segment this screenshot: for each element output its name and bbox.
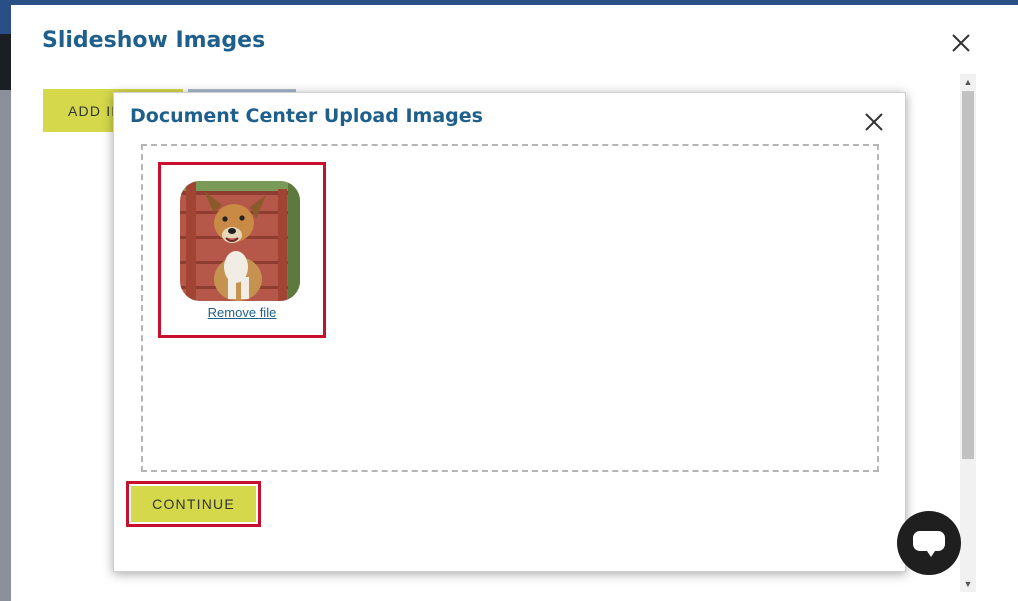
remove-file-link[interactable]: Remove file bbox=[161, 305, 323, 320]
upload-modal-title: Document Center Upload Images bbox=[130, 105, 483, 127]
scroll-up-arrow-icon[interactable]: ▲ bbox=[963, 77, 973, 87]
chat-icon bbox=[913, 531, 945, 557]
chat-button[interactable] bbox=[897, 511, 961, 575]
slideshow-modal-title: Slideshow Images bbox=[42, 28, 266, 53]
scroll-down-arrow-icon[interactable]: ▼ bbox=[963, 579, 973, 589]
scroll-thumb[interactable] bbox=[962, 91, 974, 459]
close-icon[interactable] bbox=[863, 111, 885, 133]
dog-image-thumbnail bbox=[180, 181, 300, 301]
continue-highlight: CONTINUE bbox=[126, 481, 261, 527]
close-icon[interactable] bbox=[949, 31, 973, 55]
document-center-upload-modal: Document Center Upload Images Remove fil… bbox=[113, 92, 906, 572]
file-preview: Remove file bbox=[158, 162, 326, 338]
modal-scrollbar[interactable]: ▲ ▼ bbox=[960, 74, 976, 592]
continue-button[interactable]: CONTINUE bbox=[131, 486, 256, 522]
file-dropzone[interactable]: Remove file bbox=[141, 144, 879, 472]
